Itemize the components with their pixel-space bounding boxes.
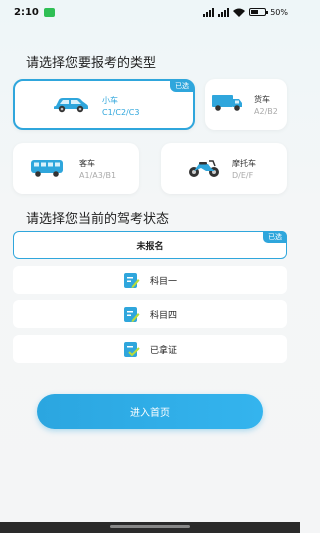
status-option-subject-one[interactable]: 科目一 xyxy=(13,266,287,294)
enter-home-button[interactable]: 进入首页 xyxy=(37,394,263,429)
document-pencil-icon xyxy=(123,306,140,322)
battery-icon xyxy=(249,8,269,16)
bus-icon xyxy=(31,160,63,177)
document-check-icon xyxy=(123,341,140,357)
vehicle-name: 客车 xyxy=(79,159,95,168)
vehicle-name: 摩托车 xyxy=(232,159,256,168)
vehicle-codes: C1/C2/C3 xyxy=(102,108,140,117)
vehicle-card-motorcycle[interactable]: 摩托车 D/E/F xyxy=(161,143,287,194)
document-pencil-icon xyxy=(123,272,140,288)
status-option-not-registered[interactable]: 已选 未报名 xyxy=(13,231,287,259)
selected-badge: 已选 xyxy=(170,80,194,92)
vehicle-card-car[interactable]: 已选 小车 C1/C2/C3 xyxy=(13,79,195,130)
vehicle-codes: D/E/F xyxy=(232,171,254,180)
status-option-label: 未报名 xyxy=(136,241,164,252)
system-nav-bar xyxy=(0,522,300,533)
motorcycle-icon xyxy=(189,160,219,177)
status-option-label: 科目四 xyxy=(149,310,177,321)
wechat-notification-icon xyxy=(43,7,55,17)
selected-badge: 已选 xyxy=(263,231,287,243)
vehicle-name: 小车 xyxy=(102,96,118,105)
vehicle-codes: A2/B2 xyxy=(254,107,278,116)
status-option-subject-four[interactable]: 科目四 xyxy=(13,300,287,328)
signal-icon xyxy=(203,7,215,17)
status-option-label: 已拿证 xyxy=(149,345,177,356)
status-option-licensed[interactable]: 已拿证 xyxy=(13,335,287,363)
car-icon xyxy=(54,98,88,113)
status-section-title: 请选择您当前的驾考状态 xyxy=(26,212,170,227)
vehicle-name: 货车 xyxy=(254,95,270,104)
status-left: 2:10 xyxy=(14,7,55,18)
vehicle-card-bus[interactable]: 客车 A1/A3/B1 xyxy=(13,143,139,194)
status-time: 2:10 xyxy=(14,6,39,18)
vehicle-section-title: 请选择您要报考的类型 xyxy=(26,56,157,71)
truck-icon xyxy=(212,95,242,111)
status-right: 50% xyxy=(203,7,288,17)
status-bar: 2:10 50% xyxy=(0,0,300,24)
status-option-label: 科目一 xyxy=(149,276,177,287)
vehicle-card-truck[interactable]: 货车 A2/B2 xyxy=(205,79,287,130)
wifi-icon xyxy=(233,8,246,17)
vehicle-codes: A1/A3/B1 xyxy=(79,171,117,180)
battery-percent: 50% xyxy=(270,7,288,17)
signal-icon-2 xyxy=(218,7,230,17)
home-gesture-handle[interactable] xyxy=(110,525,190,528)
